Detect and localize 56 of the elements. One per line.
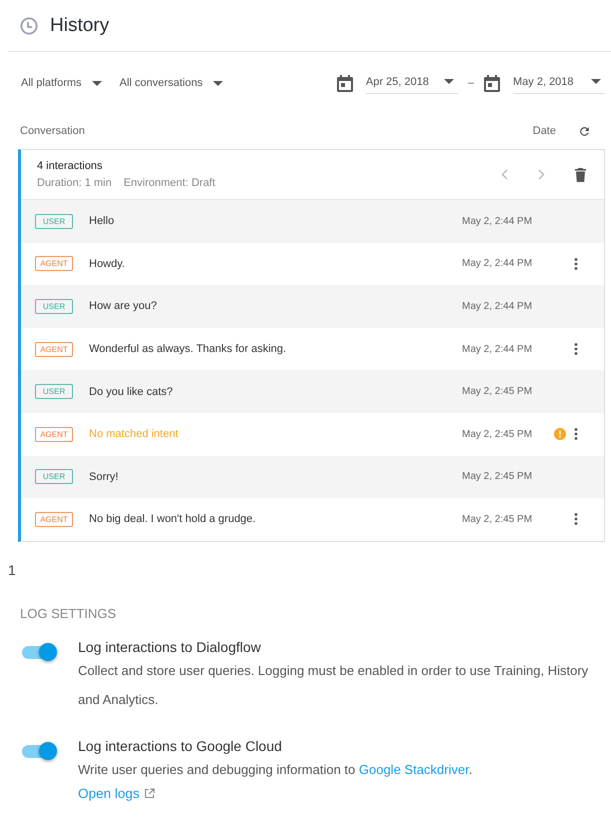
- environment-text: Environment: Draft: [124, 177, 216, 189]
- message-time: May 2, 2:45 PM: [462, 471, 534, 482]
- role-tag: AGENT: [35, 512, 73, 527]
- message-time: May 2, 2:45 PM: [462, 428, 534, 440]
- clock-icon: [20, 16, 38, 34]
- duration-text: Duration: 1 min: [37, 177, 112, 189]
- message-text: Do you like cats?: [89, 386, 174, 398]
- calendar-icon[interactable]: [484, 74, 500, 92]
- message-text: Hello: [89, 215, 116, 228]
- dropdown-caret-icon: [92, 80, 102, 86]
- message-text: No big deal. I won't hold a grudge.: [89, 513, 257, 526]
- more-icon[interactable]: [574, 428, 578, 440]
- dropdown-caret-icon: [591, 79, 601, 84]
- calendar-icon[interactable]: [336, 74, 353, 92]
- role-tag: AGENT: [35, 426, 73, 442]
- more-icon[interactable]: [574, 513, 578, 526]
- dropdown-caret-icon: [212, 80, 223, 86]
- message-time: May 2, 2:44 PM: [462, 216, 534, 227]
- column-header: Date: [532, 125, 556, 137]
- message-time: May 2, 2:45 PM: [462, 386, 534, 398]
- start-date-field[interactable]: Apr 25, 2018: [366, 72, 458, 94]
- setting-description: Collect and store user queries. Logging must be enabled in order to use Training, History and Analytics.: [78, 662, 590, 709]
- conversation-dropdown[interactable]: All conversations: [120, 77, 223, 89]
- end-date-field[interactable]: May 2, 2018: [513, 72, 605, 94]
- external-link-icon: [144, 788, 155, 799]
- trash-icon[interactable]: [575, 168, 586, 182]
- setting-title: Log interactions to Dialogflow: [78, 638, 262, 655]
- message-time: May 2, 2:45 PM: [462, 514, 534, 525]
- message-time: May 2, 2:44 PM: [462, 300, 534, 312]
- page-title: History: [50, 14, 110, 36]
- role-tag: USER: [35, 469, 73, 484]
- message-text: No matched intent: [89, 428, 180, 440]
- more-icon[interactable]: [574, 258, 578, 270]
- message-text: Sorry!: [89, 470, 120, 483]
- warning-icon: [554, 428, 566, 440]
- section-heading: LOG SETTINGS: [20, 606, 118, 621]
- date-separator: –: [468, 77, 474, 89]
- role-tag: AGENT: [35, 256, 73, 272]
- stray-text: 1: [7, 560, 17, 580]
- role-tag: AGENT: [35, 342, 73, 357]
- message-time: May 2, 2:44 PM: [462, 344, 534, 355]
- interaction-count: 4 interactions: [37, 160, 104, 172]
- refresh-icon[interactable]: [578, 124, 591, 138]
- role-tag: USER: [35, 384, 73, 400]
- message-text: Wonderful as always. Thanks for asking.: [89, 343, 288, 356]
- more-icon[interactable]: [574, 343, 578, 356]
- message-time: May 2, 2:44 PM: [462, 258, 534, 270]
- role-tag: USER: [35, 298, 73, 314]
- setting-description: Write user queries and debugging information to Google Stackdriver.: [78, 760, 474, 779]
- platform-dropdown[interactable]: All platforms: [21, 77, 102, 89]
- message-text: How are you?: [89, 300, 158, 312]
- role-tag: USER: [35, 214, 73, 229]
- message-text: Howdy.: [89, 258, 126, 270]
- setting-title: Log interactions to Google Cloud: [78, 738, 283, 754]
- dropdown-caret-icon: [444, 79, 454, 84]
- column-header: Conversation: [20, 125, 86, 137]
